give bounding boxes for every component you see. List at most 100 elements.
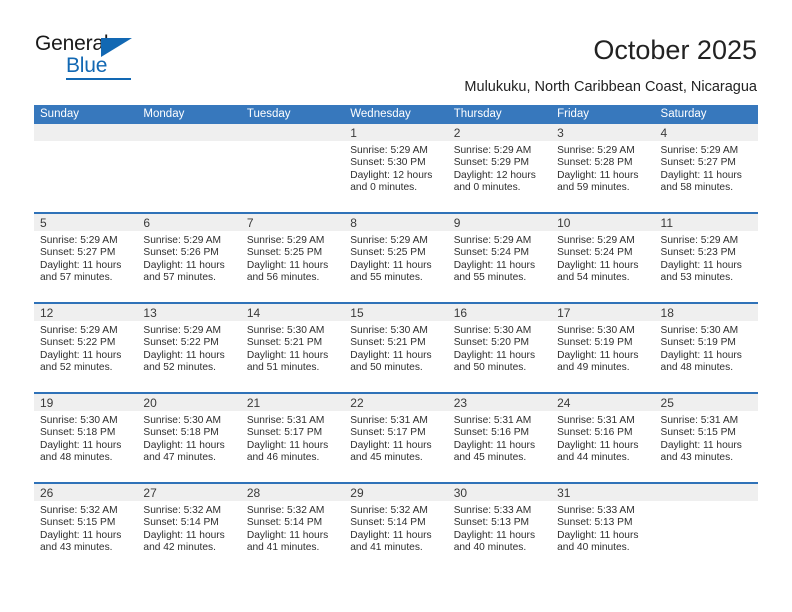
day-details: Sunrise: 5:29 AM Sunset: 5:22 PM Daylight:… bbox=[34, 321, 137, 375]
calendar-day-cell[interactable]: 18 Sunrise: 5:30 AM Sunset: 5:19 PM Dayligh… bbox=[654, 304, 758, 392]
calendar-day-cell[interactable]: 19 Sunrise: 5:30 AM Sunset: 5:18 PM Dayligh… bbox=[34, 394, 138, 482]
day-number-band: 25 bbox=[654, 394, 758, 411]
daylight-text-line1: Daylight: 11 hours bbox=[453, 349, 536, 361]
day-number-band: 3 bbox=[551, 124, 655, 141]
day-details: Sunrise: 5:29 AM Sunset: 5:25 PM Daylight:… bbox=[241, 231, 344, 285]
daylight-text-line1: Daylight: 11 hours bbox=[660, 349, 742, 361]
calendar-day-cell[interactable]: 15 Sunrise: 5:30 AM Sunset: 5:21 PM Dayligh… bbox=[344, 304, 448, 392]
daylight-text-line2: and 52 minutes. bbox=[143, 362, 216, 374]
calendar-day-cell[interactable]: 14 Sunrise: 5:30 AM Sunset: 5:21 PM Dayligh… bbox=[240, 304, 345, 392]
sunset-text: Sunset: 5:13 PM bbox=[453, 517, 530, 529]
weekday-header-tuesday: Tuesday bbox=[246, 108, 291, 120]
calendar-day-cell[interactable]: 29 Sunrise: 5:32 AM Sunset: 5:14 PM Dayligh… bbox=[344, 484, 448, 572]
calendar-day-cell[interactable]: 13 Sunrise: 5:29 AM Sunset: 5:22 PM Dayligh… bbox=[137, 304, 241, 392]
calendar-day-cell[interactable]: 25 Sunrise: 5:31 AM Sunset: 5:15 PM Dayligh… bbox=[654, 394, 758, 482]
day-number: 13 bbox=[143, 306, 157, 320]
calendar-day-cell[interactable]: 9 Sunrise: 5:29 AM Sunset: 5:24 PM Daylight… bbox=[447, 214, 552, 302]
weekday-header-thursday: Thursday bbox=[453, 108, 502, 120]
sunset-text: Sunset: 5:24 PM bbox=[453, 247, 530, 259]
day-number: 30 bbox=[453, 486, 468, 500]
calendar-day-cell[interactable]: 27 Sunrise: 5:32 AM Sunset: 5:14 PM Dayligh… bbox=[137, 484, 241, 572]
sunset-text: Sunset: 5:18 PM bbox=[143, 427, 219, 439]
calendar-day-cell[interactable]: 21 Sunrise: 5:31 AM Sunset: 5:17 PM Dayligh… bbox=[240, 394, 345, 482]
calendar-day-cell[interactable]: 1 Sunrise: 5:29 AM Sunset: 5:30 PM Daylight… bbox=[344, 124, 448, 212]
sunset-text: Sunset: 5:21 PM bbox=[246, 337, 323, 349]
day-details: Sunrise: 5:30 AM Sunset: 5:19 PM Daylight:… bbox=[655, 321, 758, 375]
calendar-day-cell[interactable]: 17 Sunrise: 5:30 AM Sunset: 5:19 PM Dayligh… bbox=[551, 304, 655, 392]
daylight-text-line1: Daylight: 11 hours bbox=[453, 529, 536, 541]
day-number-band: 23 bbox=[447, 394, 552, 411]
daylight-text-line2: and 41 minutes. bbox=[246, 542, 320, 554]
day-number: 18 bbox=[660, 306, 674, 320]
day-number-band bbox=[34, 124, 138, 141]
daylight-text-line2: and 55 minutes. bbox=[350, 272, 423, 284]
calendar-day-cell[interactable]: 2 Sunrise: 5:29 AM Sunset: 5:29 PM Daylight… bbox=[447, 124, 552, 212]
calendar-day-cell[interactable]: 23 Sunrise: 5:31 AM Sunset: 5:16 PM Dayligh… bbox=[447, 394, 552, 482]
sunrise-text: Sunrise: 5:29 AM bbox=[40, 325, 118, 336]
calendar-day-cell[interactable]: 20 Sunrise: 5:30 AM Sunset: 5:18 PM Dayligh… bbox=[137, 394, 241, 482]
daylight-text-line2: and 50 minutes. bbox=[350, 362, 423, 374]
calendar-day-cell[interactable]: 10 Sunrise: 5:29 AM Sunset: 5:24 PM Dayligh… bbox=[551, 214, 655, 302]
daylight-text-line2: and 0 minutes. bbox=[350, 182, 418, 194]
calendar-day-cell[interactable]: 4 Sunrise: 5:29 AM Sunset: 5:27 PM Daylight… bbox=[654, 124, 758, 212]
calendar-day-cell[interactable]: 16 Sunrise: 5:30 AM Sunset: 5:20 PM Dayligh… bbox=[447, 304, 552, 392]
sunrise-text: Sunrise: 5:29 AM bbox=[660, 235, 739, 246]
day-number-band: 24 bbox=[551, 394, 655, 411]
day-number-band: 5 bbox=[34, 214, 138, 231]
calendar-day-cell[interactable]: 11 Sunrise: 5:29 AM Sunset: 5:23 PM Dayligh… bbox=[654, 214, 758, 302]
calendar-day-cell-empty bbox=[34, 124, 138, 212]
day-number-band: 11 bbox=[654, 214, 758, 231]
sunrise-text: Sunrise: 5:31 AM bbox=[350, 415, 428, 426]
weekday-header-wednesday: Wednesday bbox=[350, 108, 411, 120]
daylight-text-line2: and 52 minutes. bbox=[40, 362, 113, 374]
sunrise-text: Sunrise: 5:30 AM bbox=[40, 415, 118, 426]
calendar-day-cell[interactable]: 31 Sunrise: 5:33 AM Sunset: 5:13 PM Dayligh… bbox=[551, 484, 655, 572]
daylight-text-line2: and 44 minutes. bbox=[557, 452, 630, 464]
calendar-weeks: 1 Sunrise: 5:29 AM Sunset: 5:30 PM Daylight… bbox=[34, 124, 758, 572]
sunset-text: Sunset: 5:17 PM bbox=[350, 427, 426, 439]
sunset-text: Sunset: 5:16 PM bbox=[557, 427, 633, 439]
daylight-text-line2: and 47 minutes. bbox=[143, 452, 216, 464]
daylight-text-line1: Daylight: 11 hours bbox=[660, 169, 742, 181]
sunset-text: Sunset: 5:24 PM bbox=[557, 247, 633, 259]
day-number-band: 21 bbox=[240, 394, 345, 411]
general-blue-logo[interactable]: General Blue bbox=[35, 33, 155, 83]
calendar-day-cell[interactable]: 12 Sunrise: 5:29 AM Sunset: 5:22 PM Dayligh… bbox=[34, 304, 138, 392]
calendar-day-cell[interactable]: 22 Sunrise: 5:31 AM Sunset: 5:17 PM Dayligh… bbox=[344, 394, 448, 482]
calendar-day-cell[interactable]: 5 Sunrise: 5:29 AM Sunset: 5:27 PM Daylight… bbox=[34, 214, 138, 302]
calendar-day-cell[interactable]: 26 Sunrise: 5:32 AM Sunset: 5:15 PM Dayligh… bbox=[34, 484, 138, 572]
day-number: 31 bbox=[557, 486, 571, 500]
calendar-day-cell[interactable]: 3 Sunrise: 5:29 AM Sunset: 5:28 PM Daylight… bbox=[551, 124, 655, 212]
day-number-band: 7 bbox=[240, 214, 345, 231]
calendar-day-cell[interactable]: 8 Sunrise: 5:29 AM Sunset: 5:25 PM Daylight… bbox=[344, 214, 448, 302]
calendar-day-cell[interactable]: 24 Sunrise: 5:31 AM Sunset: 5:16 PM Dayligh… bbox=[551, 394, 655, 482]
calendar-day-cell[interactable]: 28 Sunrise: 5:32 AM Sunset: 5:14 PM Dayligh… bbox=[240, 484, 345, 572]
sunrise-text: Sunrise: 5:31 AM bbox=[557, 415, 635, 426]
daylight-text-line1: Daylight: 11 hours bbox=[246, 259, 329, 271]
day-details: Sunrise: 5:32 AM Sunset: 5:14 PM Daylight:… bbox=[344, 501, 447, 555]
daylight-text-line1: Daylight: 12 hours bbox=[453, 169, 536, 181]
daylight-text-line1: Daylight: 11 hours bbox=[40, 349, 122, 361]
sunset-text: Sunset: 5:28 PM bbox=[557, 157, 633, 169]
sunrise-text: Sunrise: 5:29 AM bbox=[143, 235, 222, 246]
sunrise-text: Sunrise: 5:29 AM bbox=[350, 145, 428, 156]
calendar-day-cell[interactable]: 6 Sunrise: 5:29 AM Sunset: 5:26 PM Daylight… bbox=[137, 214, 241, 302]
page-title: October 2025 bbox=[593, 35, 757, 65]
sunrise-text: Sunrise: 5:29 AM bbox=[350, 235, 428, 246]
day-number: 19 bbox=[40, 396, 54, 410]
day-details: Sunrise: 5:29 AM Sunset: 5:24 PM Daylight:… bbox=[448, 231, 551, 285]
daylight-text-line1: Daylight: 11 hours bbox=[557, 259, 639, 271]
calendar-day-cell[interactable]: 7 Sunrise: 5:29 AM Sunset: 5:25 PM Daylight… bbox=[240, 214, 345, 302]
daylight-text-line2: and 53 minutes. bbox=[660, 272, 734, 284]
day-number-band: 12 bbox=[34, 304, 138, 321]
sunset-text: Sunset: 5:19 PM bbox=[660, 337, 736, 349]
daylight-text-line2: and 43 minutes. bbox=[660, 452, 734, 464]
daylight-text-line1: Daylight: 11 hours bbox=[557, 349, 639, 361]
calendar-day-cell[interactable]: 30 Sunrise: 5:33 AM Sunset: 5:13 PM Dayligh… bbox=[447, 484, 552, 572]
daylight-text-line1: Daylight: 11 hours bbox=[246, 349, 329, 361]
daylight-text-line1: Daylight: 11 hours bbox=[40, 529, 122, 541]
daylight-text-line2: and 50 minutes. bbox=[453, 362, 527, 374]
logo-text-blue: Blue bbox=[66, 54, 108, 77]
sunset-text: Sunset: 5:15 PM bbox=[40, 517, 116, 529]
day-number-band: 16 bbox=[447, 304, 552, 321]
